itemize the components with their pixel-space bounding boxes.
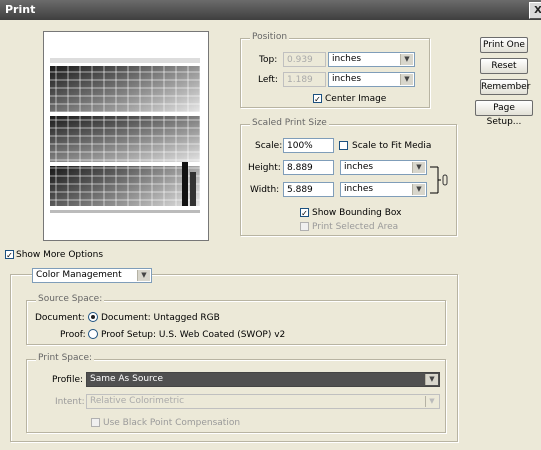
profile-select[interactable]: Same As Source ▼ bbox=[86, 372, 440, 387]
black-point-compensation-checkbox[interactable] bbox=[91, 418, 100, 427]
proof-option-label: Proof Setup: U.S. Web Coated (SWOP) v2 bbox=[101, 330, 286, 340]
color-management-select[interactable]: Color Management ▼ bbox=[32, 268, 152, 283]
scaled-print-size-title: Scaled Print Size bbox=[250, 118, 329, 128]
bounding-box-label: Show Bounding Box bbox=[312, 208, 402, 218]
print-dialog: Print X Position Top: 0.939 inches ▼ Lef… bbox=[0, 0, 541, 450]
chevron-down-icon: ▼ bbox=[412, 184, 425, 195]
proof-radio[interactable] bbox=[88, 329, 98, 339]
chevron-down-icon: ▼ bbox=[400, 54, 413, 65]
link-proportions-icon bbox=[430, 166, 448, 194]
center-image-checkbox[interactable]: ✓ bbox=[313, 94, 322, 104]
scale-input[interactable]: 100% bbox=[283, 138, 334, 153]
top-label: Top: bbox=[259, 55, 278, 65]
color-management-value: Color Management bbox=[36, 270, 122, 280]
document-option-label: Document: Untagged RGB bbox=[101, 313, 220, 323]
center-image-label: Center Image bbox=[325, 94, 387, 104]
top-unit-value: inches bbox=[332, 54, 362, 64]
top-input[interactable]: 0.939 bbox=[283, 52, 326, 67]
chevron-down-icon: ▼ bbox=[412, 162, 425, 173]
height-input[interactable]: 8.889 bbox=[283, 160, 334, 175]
height-label: Height: bbox=[248, 163, 281, 173]
left-label: Left: bbox=[258, 75, 278, 85]
remember-button[interactable]: Remember bbox=[480, 79, 530, 95]
chevron-down-icon: ▼ bbox=[137, 270, 150, 281]
left-input[interactable]: 1.189 bbox=[283, 72, 326, 87]
radio-selected-dot bbox=[91, 315, 95, 319]
width-unit-select[interactable]: inches ▼ bbox=[340, 182, 427, 197]
bounding-box-checkbox[interactable]: ✓ bbox=[300, 208, 309, 218]
close-button[interactable]: X bbox=[529, 2, 541, 19]
height-unit-value: inches bbox=[344, 162, 374, 172]
print-preview bbox=[43, 31, 209, 241]
chevron-down-icon: ▼ bbox=[425, 374, 438, 385]
height-unit-select[interactable]: inches ▼ bbox=[340, 160, 427, 175]
intent-label: Intent: bbox=[55, 397, 85, 407]
intent-select[interactable]: Relative Colorimetric ▼ bbox=[86, 394, 440, 409]
title-bar: Print X bbox=[0, 0, 541, 20]
width-input[interactable]: 5.889 bbox=[283, 182, 334, 197]
top-unit-select[interactable]: inches ▼ bbox=[328, 52, 415, 67]
document-radio[interactable] bbox=[88, 312, 98, 322]
show-more-options-checkbox[interactable]: ✓ bbox=[5, 250, 14, 260]
chevron-down-icon: ▼ bbox=[400, 74, 413, 85]
position-group-title: Position bbox=[250, 32, 290, 42]
print-selected-area-checkbox[interactable] bbox=[300, 222, 309, 231]
black-point-compensation-label: Use Black Point Compensation bbox=[103, 418, 241, 428]
window-title: Print bbox=[5, 3, 36, 16]
scale-to-fit-checkbox[interactable] bbox=[339, 141, 348, 150]
width-unit-value: inches bbox=[344, 184, 374, 194]
print-one-button[interactable]: Print One bbox=[480, 37, 528, 53]
show-more-options-label: Show More Options bbox=[16, 250, 104, 260]
reset-button[interactable]: Reset bbox=[480, 58, 528, 74]
preview-image bbox=[50, 58, 200, 213]
print-space-title: Print Space: bbox=[36, 353, 95, 363]
proof-label: Proof: bbox=[60, 330, 86, 340]
chevron-down-icon: ▼ bbox=[425, 396, 438, 407]
profile-value: Same As Source bbox=[90, 374, 164, 384]
print-selected-area-label: Print Selected Area bbox=[312, 222, 399, 232]
intent-value: Relative Colorimetric bbox=[90, 396, 185, 406]
document-label: Document: bbox=[35, 313, 85, 323]
left-unit-select[interactable]: inches ▼ bbox=[328, 72, 415, 87]
source-space-title: Source Space: bbox=[36, 294, 105, 304]
page-setup-button[interactable]: Page Setup... bbox=[475, 100, 533, 127]
profile-label: Profile: bbox=[52, 375, 84, 385]
left-unit-value: inches bbox=[332, 74, 362, 84]
scale-label: Scale: bbox=[255, 141, 283, 151]
scale-to-fit-label: Scale to Fit Media bbox=[352, 141, 432, 151]
width-label: Width: bbox=[250, 185, 280, 195]
